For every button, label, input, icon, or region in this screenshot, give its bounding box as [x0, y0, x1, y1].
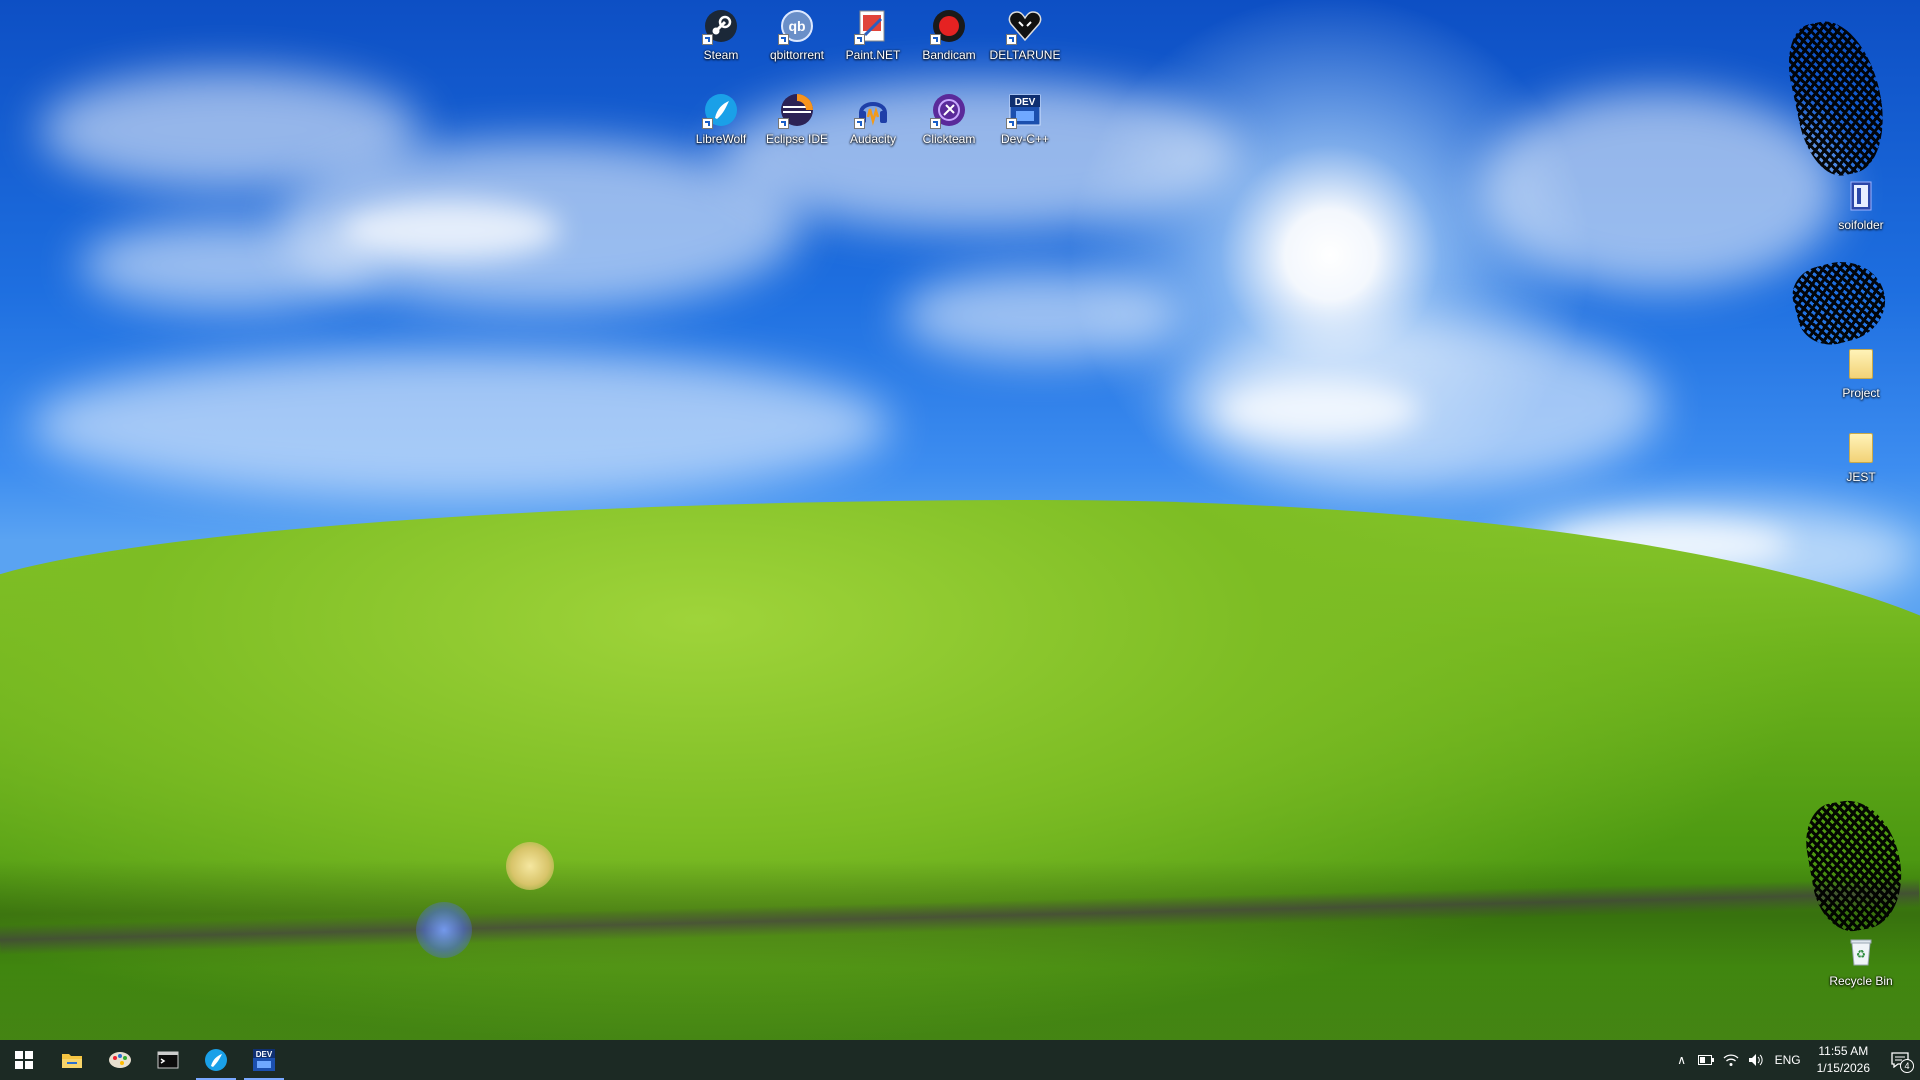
taskbar-dev-cpp[interactable]: DEV: [240, 1040, 288, 1080]
desktop-icon-label: Dev-C++: [1000, 132, 1050, 146]
svg-text:♻: ♻: [1856, 948, 1866, 961]
desktop-icon-label: Bandicam: [922, 48, 976, 62]
input-language[interactable]: ENG: [1769, 1040, 1807, 1080]
dev-cpp-icon: DEV: [1005, 90, 1045, 130]
desktop-icon-project[interactable]: Project: [1819, 344, 1903, 400]
desktop-icon-label: DELTARUNE: [989, 48, 1061, 62]
desktop-icon-label: Project: [1842, 386, 1880, 400]
desktop-icon-eclipse[interactable]: Eclipse IDE: [755, 90, 839, 146]
desktop-icon-label: Recycle Bin: [1829, 974, 1893, 988]
notification-count-badge: 4: [1900, 1059, 1914, 1073]
desktop-icon-label: Eclipse IDE: [765, 132, 829, 146]
desktop-icon-recycle-bin[interactable]: ♻ Recycle Bin: [1819, 932, 1903, 988]
speaker-icon: [1748, 1054, 1763, 1066]
clock-time: 11:55 AM: [1818, 1044, 1869, 1058]
taskbar-file-explorer[interactable]: [48, 1040, 96, 1080]
desktop-icon-bandicam[interactable]: Bandicam: [907, 6, 991, 62]
system-tray: ∧ ENG 11:55 AM 1/15/2026 4: [1671, 1040, 1920, 1080]
language-label: ENG: [1774, 1053, 1801, 1067]
action-center-button[interactable]: 4: [1880, 1040, 1920, 1080]
clock[interactable]: 11:55 AM 1/15/2026: [1807, 1040, 1880, 1080]
svg-text:qb: qb: [788, 18, 805, 34]
svg-text:DEV: DEV: [1015, 97, 1036, 108]
desktop-icon-steam[interactable]: Steam: [679, 6, 763, 62]
clickteam-icon: [929, 90, 969, 130]
start-button[interactable]: [0, 1040, 48, 1080]
network-button[interactable]: [1719, 1040, 1743, 1080]
bandicam-icon: [929, 6, 969, 46]
wifi-icon: [1723, 1054, 1739, 1066]
taskbar-paint[interactable]: [96, 1040, 144, 1080]
deltarune-heart-icon: [1005, 6, 1045, 46]
taskbar: DEV ∧ ENG 11:55 AM 1/15/2026 4: [0, 1040, 1920, 1080]
desktop-icon-label: Audacity: [849, 132, 897, 146]
desktop-icon-label: Clickteam: [922, 132, 976, 146]
paint-net-icon: [853, 6, 893, 46]
terminal-icon: [157, 1051, 179, 1069]
librewolf-icon: [205, 1049, 227, 1071]
dev-cpp-icon: DEV: [253, 1049, 275, 1071]
desktop-icon-qbittorrent[interactable]: qb qbittorrent: [755, 6, 839, 62]
taskbar-librewolf[interactable]: [192, 1040, 240, 1080]
desktop-icon-label: JEST: [1846, 470, 1876, 484]
lens-flare: [506, 842, 554, 890]
desktop-icon-label: Steam: [703, 48, 739, 62]
svg-text:DEV: DEV: [256, 1050, 273, 1059]
clock-date: 1/15/2026: [1816, 1061, 1870, 1075]
steam-icon: [701, 6, 741, 46]
desktop-icon-paint-net[interactable]: Paint.NET: [831, 6, 915, 62]
desktop-icon-label: Paint.NET: [845, 48, 901, 62]
taskbar-terminal[interactable]: [144, 1040, 192, 1080]
audacity-headphones-icon: [853, 90, 893, 130]
lens-flare: [416, 902, 472, 958]
librewolf-icon: [701, 90, 741, 130]
desktop-icon-label: LibreWolf: [695, 132, 747, 146]
eclipse-icon: [777, 90, 817, 130]
desktop-icon-jest[interactable]: JEST: [1819, 428, 1903, 484]
desktop-icon-label: qbittorrent: [769, 48, 825, 62]
battery-button[interactable]: [1693, 1040, 1719, 1080]
chevron-up-icon: ∧: [1677, 1053, 1686, 1067]
redaction-scribble: [1786, 251, 1894, 353]
battery-icon: [1697, 1055, 1714, 1065]
show-hidden-icons-button[interactable]: ∧: [1671, 1040, 1693, 1080]
windows-start-icon: [15, 1051, 33, 1069]
desktop-icon-clickteam[interactable]: Clickteam: [907, 90, 991, 146]
desktop-icon-dev-cpp[interactable]: DEV Dev-C++: [983, 90, 1067, 146]
desktop-icon-audacity[interactable]: Audacity: [831, 90, 915, 146]
desktop-icon-deltarune[interactable]: DELTARUNE: [983, 6, 1067, 62]
desktop-icon-librewolf[interactable]: LibreWolf: [679, 90, 763, 146]
recycle-bin-icon: ♻: [1841, 932, 1881, 972]
desktop-icon-soifolder[interactable]: soifolder: [1819, 176, 1903, 232]
qbittorrent-icon: qb: [777, 6, 817, 46]
desktop-icon-label: soifolder: [1838, 218, 1884, 232]
volume-button[interactable]: [1743, 1040, 1769, 1080]
folder-icon: [1841, 428, 1881, 468]
folder-icon: [1841, 344, 1881, 384]
file-explorer-icon: [62, 1054, 82, 1068]
desktop-wallpaper[interactable]: Steam qb qbittorrent Paint.NET Bandicam …: [0, 0, 1920, 1040]
paint-palette-icon: [109, 1052, 131, 1068]
binder-folder-icon: [1841, 176, 1881, 216]
